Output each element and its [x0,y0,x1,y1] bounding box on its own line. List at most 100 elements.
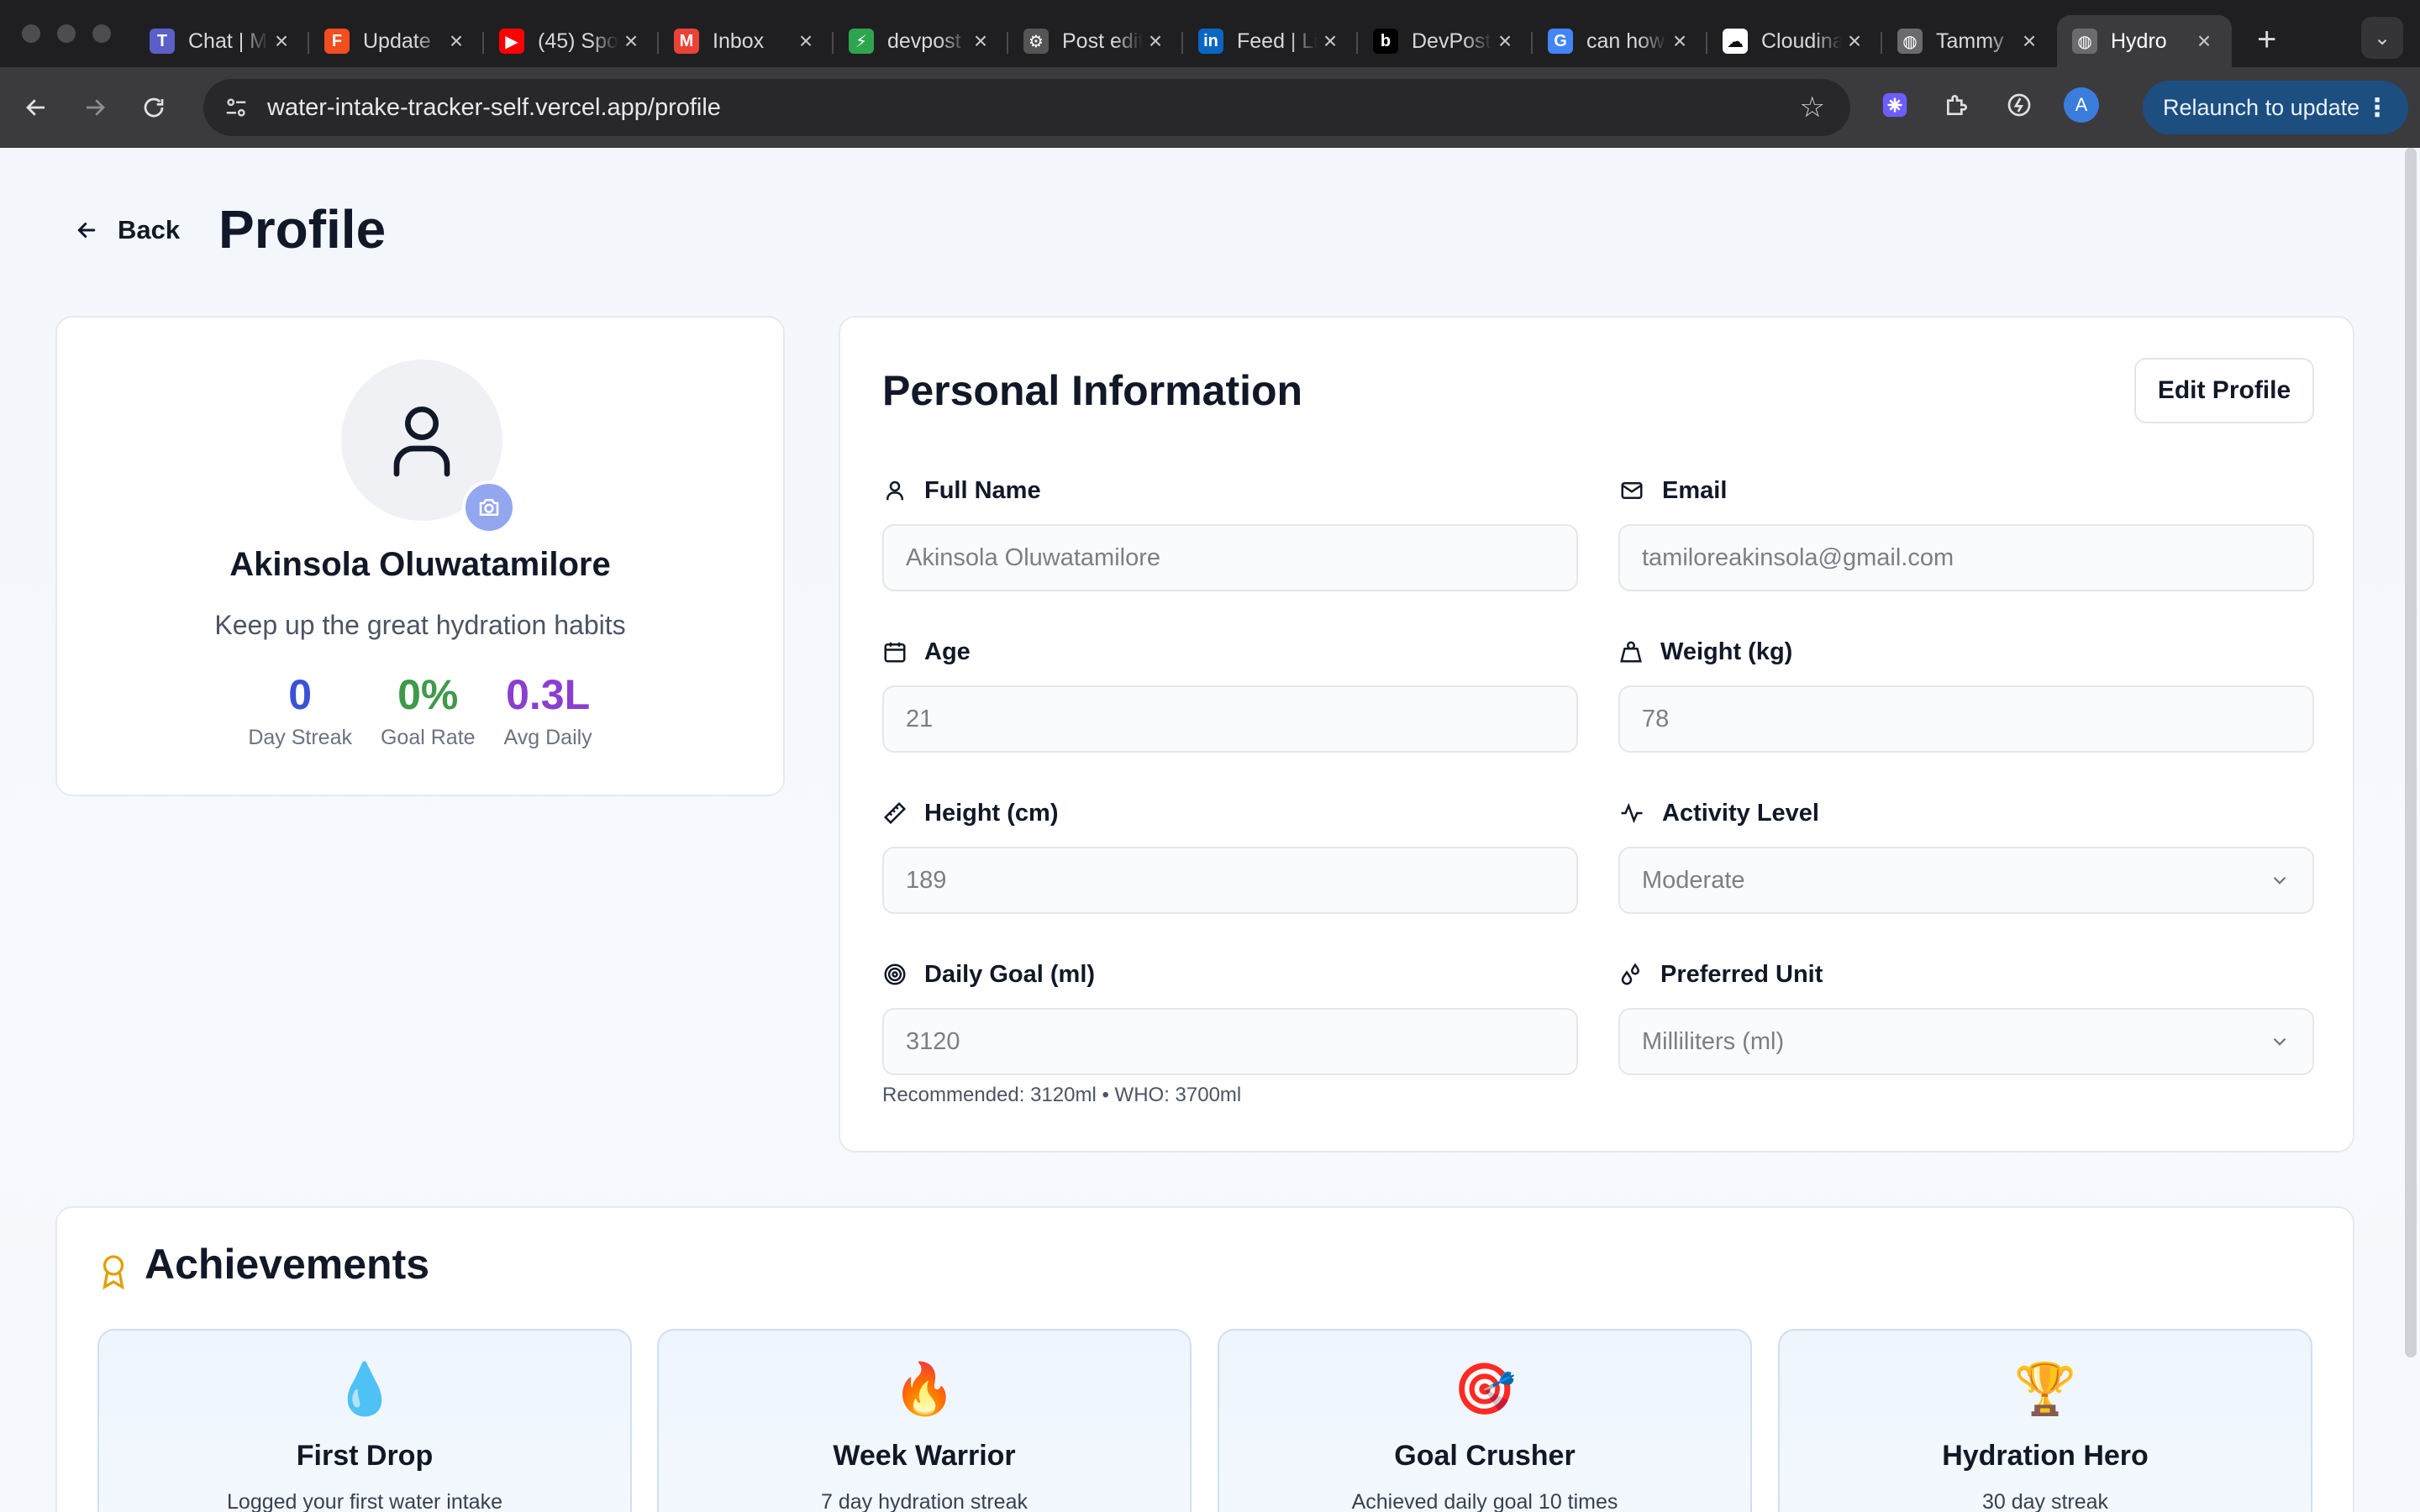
field-label-text: Height (cm) [924,799,1059,827]
height-input[interactable]: 189 [882,847,1578,914]
address-bar[interactable]: water-intake-tracker-self.vercel.app/pro… [203,79,1850,136]
page-scrollbar[interactable] [2405,148,2417,1357]
bolt-icon: b [1373,29,1398,54]
cloud-icon: ☁ [1723,29,1748,54]
close-tab-icon[interactable]: × [1143,28,1168,55]
browser-tab[interactable]: ⚙ Post edit × [1008,15,1183,67]
puzzle-icon [1947,95,1967,115]
site-settings-icon[interactable] [224,95,249,120]
tab-search-button[interactable]: ⌄ [2361,17,2403,59]
arrow-left-icon [26,99,45,116]
achievement-description: Achieved daily goal 10 times [1351,1490,1618,1512]
section-title: Personal Information [882,367,1303,414]
extensions-puzzle-icon[interactable] [1936,84,1978,126]
browser-tab[interactable]: F Update × [309,15,484,67]
close-tab-icon[interactable]: × [793,28,818,55]
edit-profile-button[interactable]: Edit Profile [2134,358,2314,423]
close-tab-icon[interactable]: × [968,28,993,55]
achievement-hydration-hero: 🏆 Hydration Hero 30 day streak [1778,1329,2312,1512]
figma-icon: F [324,29,350,54]
browser-tab[interactable]: in Feed | LinkedIn× [1183,15,1358,67]
back-nav-button[interactable] [13,85,59,130]
browser-tab[interactable]: T Chat | Microsoft Teams× [134,15,309,67]
more-menu-icon[interactable]: ⋮ [2365,93,2390,123]
field-label-text: Weight (kg) [1660,638,1793,665]
google-icon: G [1548,29,1573,54]
forward-nav-button[interactable] [72,85,118,130]
achievement-title: Hydration Hero [1942,1440,2149,1472]
extension-icon[interactable] [1874,84,1916,126]
profile-avatar: A [2064,87,2099,123]
age-input[interactable]: 21 [882,685,1578,753]
window-controls [0,24,134,43]
full-name-label: Full Name [882,474,1578,507]
extension-icons: A [1874,84,2102,126]
activity-level-select[interactable]: Moderate [1618,847,2314,914]
browser-tab[interactable]: M Inbox × [659,15,834,67]
close-tab-icon[interactable]: × [1667,28,1692,55]
full-name-input[interactable]: Akinsola Oluwatamilore [882,524,1578,591]
camera-icon [479,499,499,516]
achievement-first-drop: 💧 First Drop Logged your first water int… [97,1329,632,1512]
email-input[interactable]: tamiloreakinsola@gmail.com [1618,524,2314,591]
weight-field: Weight (kg) 78 [1618,635,2314,753]
globe-icon: ◍ [2072,29,2097,54]
tab-list: TChat | Microsoft Teams×FUpdate×▶(45) Sp… [134,0,2232,67]
reload-icon [144,97,164,118]
droplets-icon [1621,963,1640,985]
stat-value: 0% [397,671,459,718]
performance-icon[interactable] [1998,84,2040,126]
field-label-text: Age [924,638,971,665]
stat-value: 0 [288,671,313,718]
close-tab-icon[interactable]: × [2191,28,2217,55]
arrow-right-icon [87,99,105,116]
activity-level-field: Activity Level Moderate [1618,796,2314,914]
stat-label: Goal Rate [380,726,476,749]
url-text[interactable]: water-intake-tracker-self.vercel.app/pro… [267,94,1800,122]
browser-tab[interactable]: ☁ Cloudinary× [1707,15,1882,67]
calendar-icon [884,642,906,663]
close-tab-icon[interactable]: × [444,28,469,55]
field-label-text: Daily Goal (ml) [924,960,1096,988]
browser-tab[interactable]: ▶ (45) Spotify× [484,15,659,67]
weight-input[interactable]: 78 [1618,685,2314,753]
close-window-button[interactable] [22,24,40,43]
stat-label: Avg Daily [503,726,592,749]
relaunch-to-update-button[interactable]: Relaunch to update ⋮ [2143,81,2408,134]
activity-level-label: Activity Level [1618,796,2314,830]
bookmark-star-icon[interactable]: ☆ [1800,91,1825,124]
browser-tab[interactable]: ◍ Hydro × [2057,15,2232,67]
browser-tab[interactable]: ◍ Tammy × [1882,15,2057,67]
achievement-description: 7 day hydration streak [821,1490,1028,1512]
browser-tab-strip: TChat | Microsoft Teams×FUpdate×▶(45) Sp… [0,0,2420,67]
full-name-field: Full Name Akinsola Oluwatamilore [882,474,1578,591]
back-button[interactable]: Back [74,215,180,245]
daily-goal-input[interactable]: 3120 [882,1008,1578,1075]
tab-title: Chat | Microsoft Teams [188,29,269,53]
achievement-description: Logged your first water intake [227,1490,502,1512]
personal-information-card: Personal Information Edit Profile Full N… [839,316,2354,1152]
close-tab-icon[interactable]: × [1318,28,1343,55]
browser-tab[interactable]: b DevPost × [1358,15,1533,67]
close-tab-icon[interactable]: × [2017,28,2042,55]
reload-button[interactable] [131,85,176,130]
select-value: Moderate [1642,866,1745,894]
field-label-text: Activity Level [1662,799,1819,827]
close-tab-icon[interactable]: × [269,28,294,55]
browser-tab[interactable]: Gcan how × [1533,15,1707,67]
new-tab-button[interactable]: + [2257,21,2276,59]
change-photo-button[interactable] [462,480,516,534]
stat-value: 0.3L [506,671,591,718]
close-tab-icon[interactable]: × [1842,28,1867,55]
fire-icon: 🔥 [892,1360,956,1419]
profile-button[interactable]: A [2060,84,2102,126]
preferred-unit-field: Preferred Unit Milliliters (ml) [1618,958,2314,1075]
minimize-window-button[interactable] [57,24,76,43]
close-tab-icon[interactable]: × [1492,28,1518,55]
browser-tab[interactable]: ⚡ devpost × [834,15,1008,67]
teams-icon: T [150,29,175,54]
maximize-window-button[interactable] [92,24,111,43]
preferred-unit-select[interactable]: Milliliters (ml) [1618,1008,2314,1075]
close-tab-icon[interactable]: × [618,28,644,55]
achievement-title: Week Warrior [833,1440,1016,1472]
